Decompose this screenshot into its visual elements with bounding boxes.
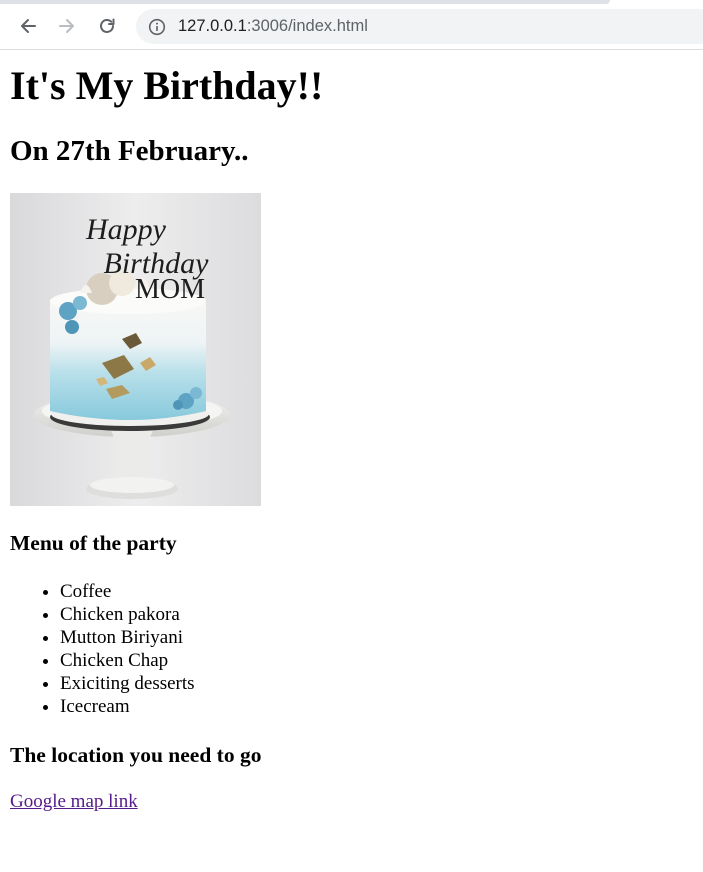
cake-topper-line1: Happy (85, 213, 167, 246)
reload-icon (97, 16, 117, 36)
page-title: It's My Birthday!! (10, 63, 324, 108)
menu-item: Icecream (60, 695, 195, 718)
birthday-date: On 27th February.. (10, 135, 249, 167)
back-button[interactable] (14, 12, 42, 40)
browser-toolbar: 127.0.0.1:3006/index.html (0, 0, 703, 50)
menu-item: Chicken pakora (60, 603, 195, 626)
menu-list: Coffee Chicken pakora Mutton Biriyani Ch… (10, 580, 195, 718)
location-heading: The location you need to go (10, 743, 262, 767)
menu-item: Exiciting desserts (60, 672, 195, 695)
forward-arrow-icon (57, 16, 77, 36)
cake-topper-line3: MOM (135, 274, 205, 305)
back-arrow-icon (18, 16, 38, 36)
menu-item: Chicken Chap (60, 649, 195, 672)
google-map-link[interactable]: Google map link (10, 791, 138, 813)
menu-heading: Menu of the party (10, 531, 177, 555)
url-host: 127.0.0.1 (178, 17, 247, 35)
url-path: :3006/index.html (246, 17, 368, 35)
tab-strip-edge (0, 0, 610, 4)
info-icon[interactable] (148, 18, 166, 36)
cake-image: Happy Birthday MOM (10, 193, 261, 506)
address-bar[interactable]: 127.0.0.1:3006/index.html (136, 9, 703, 44)
forward-button[interactable] (53, 12, 81, 40)
menu-item: Coffee (60, 580, 195, 603)
menu-item: Mutton Biriyani (60, 626, 195, 649)
reload-button[interactable] (93, 12, 121, 40)
url-text[interactable]: 127.0.0.1:3006/index.html (178, 9, 368, 44)
